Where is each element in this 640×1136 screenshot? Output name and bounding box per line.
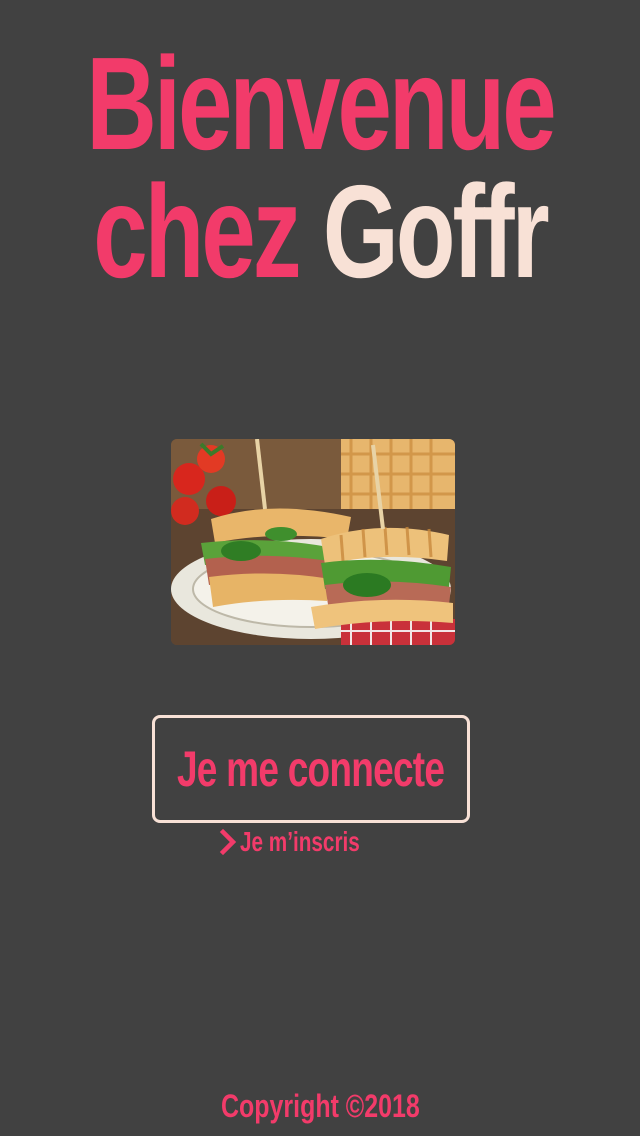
copyright-footer: Copyright ©2018 (0, 1088, 640, 1125)
login-button[interactable]: Je me connecte (152, 715, 470, 823)
login-button-label: Je me connecte (177, 741, 445, 797)
signup-link-label: Je m’inscris (240, 826, 360, 857)
signup-link[interactable]: Je m’inscris (218, 822, 402, 862)
waffle-sandwich-illustration (171, 439, 455, 645)
welcome-title: Bienvenue chez Goffr (0, 30, 640, 298)
copyright-text: Copyright ©2018 (220, 1088, 420, 1124)
chevron-right-icon (219, 828, 237, 856)
title-chez: chez (93, 158, 301, 305)
title-line-1: Bienvenue (86, 30, 556, 177)
brand-name: Goffr (322, 158, 550, 305)
title-line-2: chez Goffr (83, 166, 557, 298)
hero-image (171, 439, 455, 645)
